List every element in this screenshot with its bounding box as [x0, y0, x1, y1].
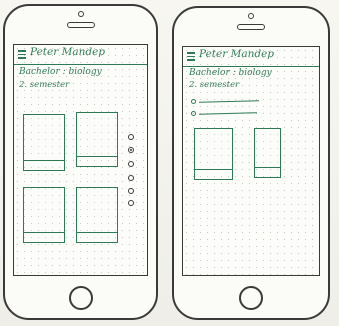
app-header: Peter Mandep [14, 45, 147, 65]
course-card[interactable] [76, 187, 118, 243]
course-card[interactable] [76, 112, 118, 167]
phone-left-screen: Peter Mandep Bachelor : biology 2. semes… [13, 44, 148, 276]
hamburger-menu-icon[interactable] [187, 52, 195, 61]
phone-right: Peter Mandep Bachelor : biology 2. semes… [172, 6, 330, 320]
option-scribble [198, 100, 260, 103]
option-circle-icon[interactable] [191, 99, 196, 104]
pagination-dot[interactable] [128, 161, 134, 167]
option-scribble [198, 112, 258, 115]
pagination-dot[interactable] [128, 188, 134, 194]
camera-icon [77, 11, 84, 17]
pagination-dot[interactable] [128, 134, 134, 140]
app-title: Peter Mandep [30, 46, 106, 58]
course-card[interactable] [23, 187, 65, 243]
speaker-icon [66, 22, 95, 28]
speaker-icon [237, 24, 265, 30]
pagination-dot[interactable] [128, 200, 134, 206]
semester-label[interactable]: 2. semester [189, 80, 239, 90]
degree-label: Bachelor : biology [189, 68, 272, 78]
option-circle-icon[interactable] [191, 111, 196, 116]
app-header: Peter Mandep [183, 47, 319, 67]
pagination-dot-selected[interactable] [128, 147, 134, 153]
semester-label[interactable]: 2. semester [19, 80, 69, 90]
phone-left: Peter Mandep Bachelor : biology 2. semes… [3, 4, 158, 320]
course-card[interactable] [254, 128, 281, 178]
pagination-dot[interactable] [128, 175, 134, 181]
phone-right-screen: Peter Mandep Bachelor : biology 2. semes… [182, 46, 320, 276]
degree-label: Bachelor : biology [19, 67, 102, 77]
home-button[interactable] [239, 286, 263, 310]
hamburger-menu-icon[interactable] [18, 50, 26, 59]
app-title: Peter Mandep [199, 48, 275, 60]
home-button[interactable] [68, 286, 93, 310]
camera-icon [248, 13, 254, 19]
course-card[interactable] [194, 128, 233, 180]
course-card[interactable] [23, 114, 65, 171]
